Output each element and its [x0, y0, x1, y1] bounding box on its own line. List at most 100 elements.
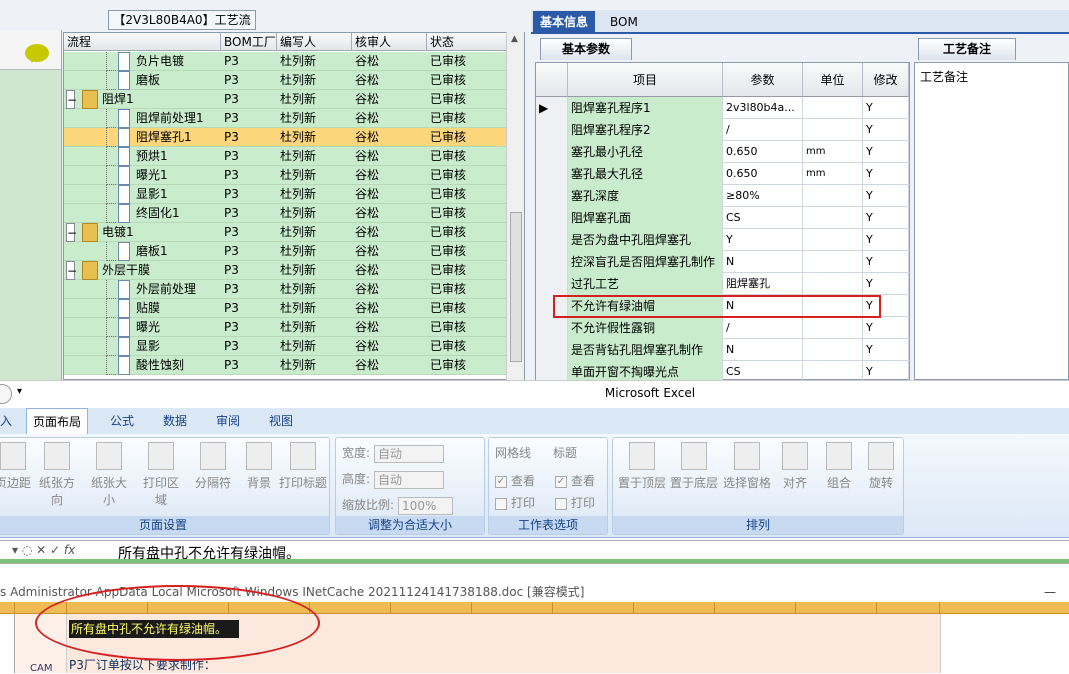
param-row[interactable]: 塞孔最小孔径 0.650 mm Y [536, 141, 911, 163]
param-row[interactable]: ▶ 阻焊塞孔程序1 2v3l80b4a... Y [536, 97, 911, 119]
col-header-param[interactable]: 参数 [723, 63, 803, 97]
flow-row[interactable]: 磨板1 P3 杜列新 谷松 已审核 [64, 242, 508, 261]
param-cell-value[interactable]: / [723, 317, 803, 339]
param-cell-value[interactable]: 阻焊塞孔 [723, 273, 803, 295]
param-cell-mod[interactable]: Y [863, 207, 909, 229]
param-cell-value[interactable]: ≥80% [723, 185, 803, 207]
craft-notes-panel[interactable] [914, 62, 1069, 380]
param-cell-unit[interactable] [803, 229, 863, 251]
param-cell-mod[interactable]: Y [863, 251, 909, 273]
col-header-item[interactable]: 项目 [568, 63, 723, 97]
selection-pane-button[interactable]: 选择窗格 [721, 442, 773, 491]
param-cell-mod[interactable]: Y [863, 141, 909, 163]
collapse-icon[interactable]: − [66, 90, 77, 109]
row-selector[interactable] [536, 317, 568, 339]
param-row[interactable]: 阻焊塞孔面 CS Y [536, 207, 911, 229]
flow-row[interactable]: 曝光1 P3 杜列新 谷松 已审核 [64, 166, 508, 185]
bring-front-button[interactable]: 置于顶层 [617, 442, 667, 491]
column-header[interactable] [472, 602, 553, 614]
param-cell-unit[interactable] [803, 339, 863, 361]
param-grid[interactable]: 项目 参数 单位 修改 ▶ 阻焊塞孔程序1 2v3l80b4a... Y 阻焊塞孔程序2… [535, 62, 911, 383]
row-selector[interactable] [536, 273, 568, 295]
headings-view-checkbox[interactable]: ✓ 查看 [555, 472, 595, 489]
param-row[interactable]: 塞孔深度 ≥80% Y [536, 185, 911, 207]
flow-row[interactable]: 磨板 P3 杜列新 谷松 已审核 [64, 71, 508, 90]
param-cell-value[interactable]: Y [723, 229, 803, 251]
flow-row[interactable]: 阻焊塞孔1 P3 杜列新 谷松 已审核 [64, 128, 508, 147]
headings-print-checkbox[interactable]: 打印 [555, 494, 595, 511]
param-cell-value[interactable]: 0.650 [723, 163, 803, 185]
gridlines-print-checkbox[interactable]: 打印 [495, 494, 535, 511]
minimize-icon[interactable]: — [1044, 585, 1056, 599]
current-row-icon[interactable]: ▶ [536, 97, 568, 119]
row-selector[interactable] [536, 141, 568, 163]
param-cell-mod[interactable]: Y [863, 339, 909, 361]
param-cell-unit[interactable] [803, 119, 863, 141]
param-row[interactable]: 是否为盘中孔阻焊塞孔 Y Y [536, 229, 911, 251]
print-titles-button[interactable]: 打印标题 [277, 442, 329, 491]
param-cell-unit[interactable] [803, 273, 863, 295]
flow-row[interactable]: 预烘1 P3 杜列新 谷松 已审核 [64, 147, 508, 166]
rotate-button[interactable]: 旋转 [863, 442, 899, 491]
flow-scrollbar[interactable]: ▲ [506, 32, 524, 380]
param-cell-mod[interactable]: Y [863, 163, 909, 185]
flow-row[interactable]: 外层前处理 P3 杜列新 谷松 已审核 [64, 280, 508, 299]
tab-review[interactable]: 审阅 [210, 408, 246, 434]
col-header-writer[interactable]: 编写人 [277, 33, 352, 51]
column-header[interactable] [634, 602, 715, 614]
orientation-button[interactable]: 纸张方向 [35, 442, 79, 508]
background-button[interactable]: 背景 [237, 442, 281, 491]
tab-basic-info[interactable]: 基本信息 [533, 11, 596, 33]
param-cell-value[interactable]: N [723, 339, 803, 361]
param-row[interactable]: 是否背钻孔阻焊塞孔制作 N Y [536, 339, 911, 361]
scroll-thumb[interactable] [510, 212, 522, 362]
flow-row[interactable]: 负片电镀 P3 杜列新 谷松 已审核 [64, 52, 508, 71]
flow-row[interactable]: 酸性蚀刻 P3 杜列新 谷松 已审核 [64, 356, 508, 375]
margins-button[interactable]: 页边距 [0, 442, 35, 491]
param-cell-unit[interactable] [803, 97, 863, 119]
send-back-button[interactable]: 置于底层 [669, 442, 719, 491]
col-header-status[interactable]: 状态 [427, 33, 507, 51]
column-header[interactable] [553, 602, 634, 614]
size-button[interactable]: 纸张大小 [87, 442, 131, 508]
flow-row[interactable]: 显影 P3 杜列新 谷松 已审核 [64, 337, 508, 356]
flow-row[interactable]: 阻焊前处理1 P3 杜列新 谷松 已审核 [64, 109, 508, 128]
param-cell-mod[interactable]: Y [863, 185, 909, 207]
row-selector[interactable] [536, 229, 568, 251]
row-selector[interactable] [536, 339, 568, 361]
param-cell-unit[interactable] [803, 207, 863, 229]
col-header-bom[interactable]: BOM工厂 [221, 33, 277, 51]
flow-row[interactable]: 显影1 P3 杜列新 谷松 已审核 [64, 185, 508, 204]
flow-row[interactable]: 曝光 P3 杜列新 谷松 已审核 [64, 318, 508, 337]
param-cell-value[interactable]: 2v3l80b4a... [723, 97, 803, 119]
param-row[interactable]: 塞孔最大孔径 0.650 mm Y [536, 163, 911, 185]
collapse-icon[interactable]: − [66, 261, 77, 280]
flow-row[interactable]: − 电镀1 P3 杜列新 谷松 已审核 [64, 223, 508, 242]
quick-access-dropdown-icon[interactable]: ▾ [17, 386, 22, 397]
column-header[interactable] [796, 602, 877, 614]
tab-insert[interactable]: 入 [0, 408, 18, 434]
param-cell-value[interactable]: N [723, 251, 803, 273]
row-selector[interactable] [536, 185, 568, 207]
param-cell-value[interactable]: 0.650 [723, 141, 803, 163]
param-cell-unit[interactable] [803, 185, 863, 207]
collapse-icon[interactable]: − [66, 223, 77, 242]
width-row[interactable]: 宽度: 自动 [342, 444, 445, 463]
col-header-modify[interactable]: 修改 [863, 63, 909, 97]
flow-row[interactable]: − 外层干膜 P3 杜列新 谷松 已审核 [64, 261, 508, 280]
formula-icons[interactable]: ▾ ◌ ✕ ✓ fx [12, 543, 75, 557]
column-header[interactable] [0, 602, 15, 614]
flow-row[interactable]: − 阻焊1 P3 杜列新 谷松 已审核 [64, 90, 508, 109]
column-header[interactable] [391, 602, 472, 614]
param-cell-mod[interactable]: Y [863, 273, 909, 295]
param-cell-value[interactable]: CS [723, 207, 803, 229]
param-cell-mod[interactable]: Y [863, 97, 909, 119]
param-row[interactable]: 过孔工艺 阻焊塞孔 Y [536, 273, 911, 295]
row-selector[interactable] [536, 163, 568, 185]
tab-page-layout[interactable]: 页面布局 [26, 408, 89, 434]
tab-view[interactable]: 视图 [263, 408, 299, 434]
param-cell-value[interactable]: / [723, 119, 803, 141]
zoom-row[interactable]: 缩放比例: 100% [342, 496, 454, 515]
tab-craft-notes[interactable]: 工艺备注 [918, 38, 1016, 60]
scroll-up-icon[interactable]: ▲ [511, 34, 518, 44]
